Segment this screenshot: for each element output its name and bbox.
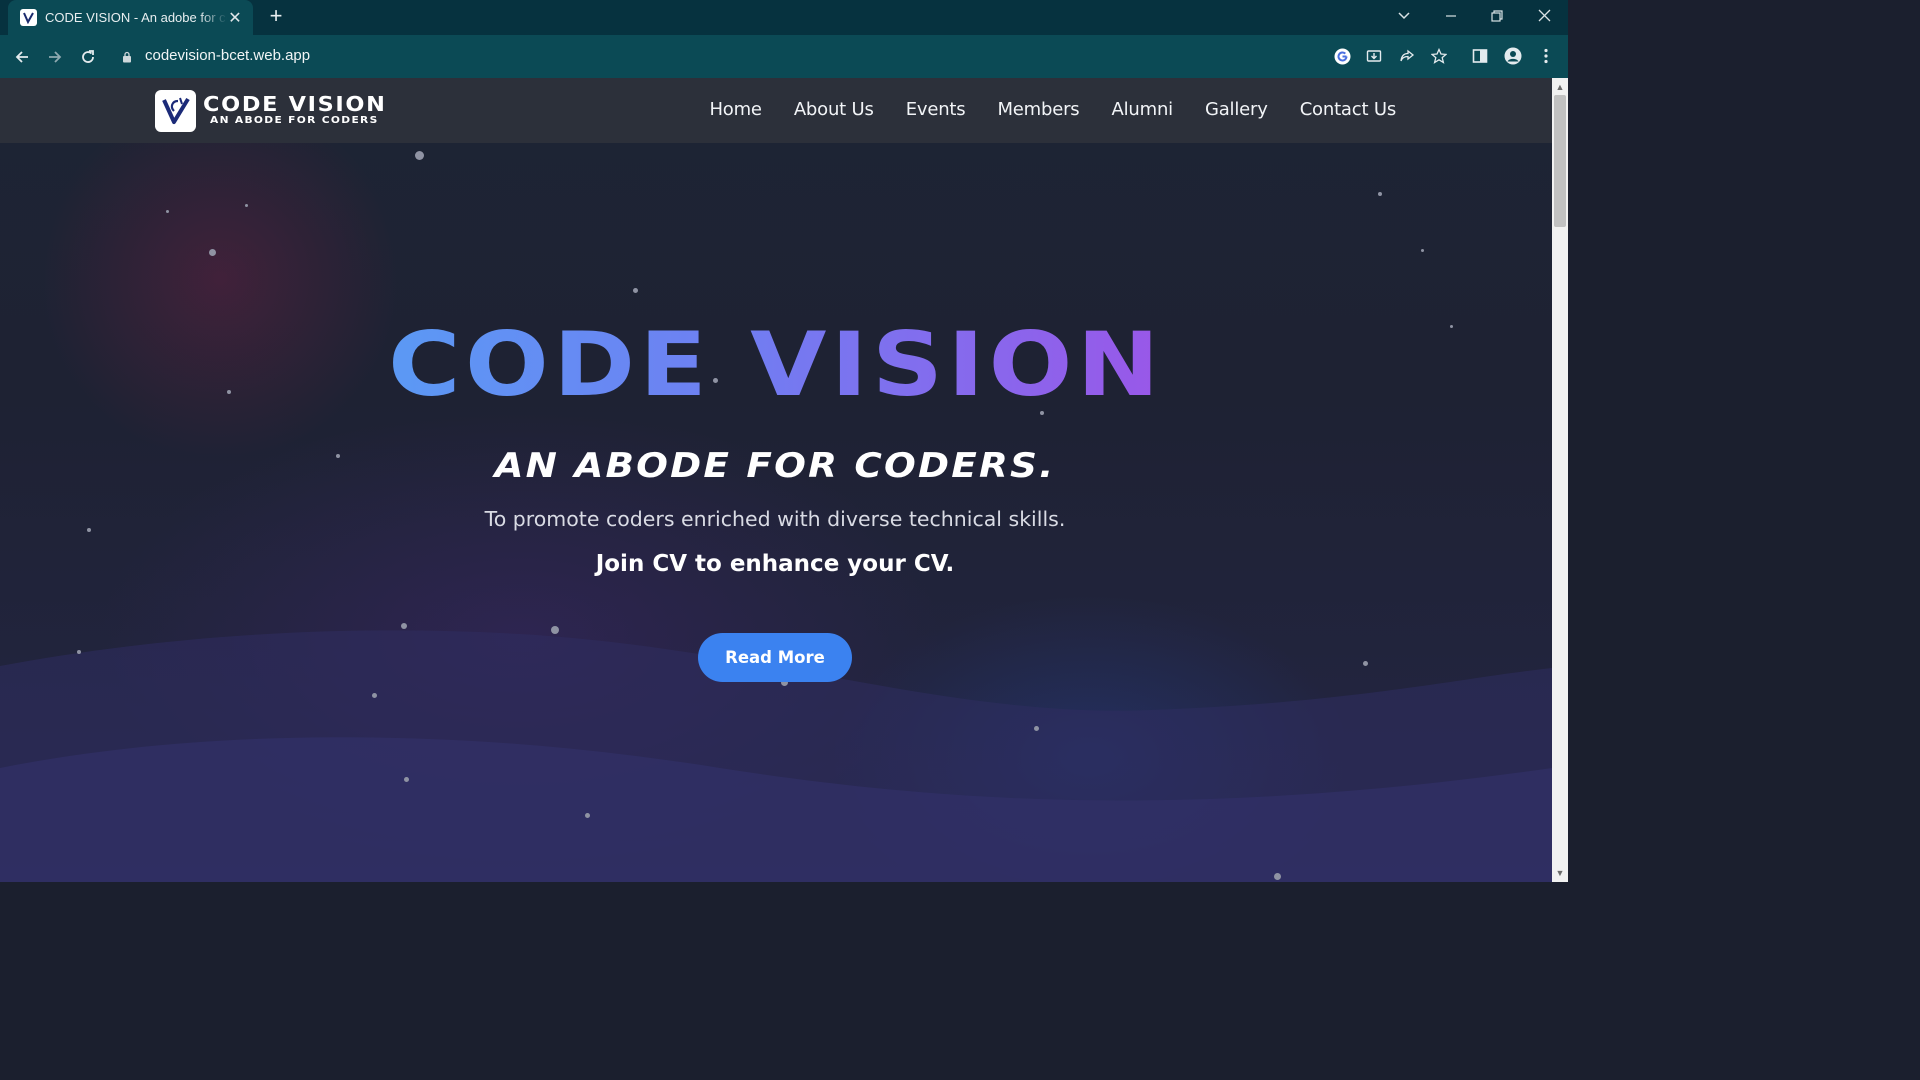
hero-title: CODE VISION <box>288 315 1265 415</box>
star-dot <box>1363 661 1368 666</box>
read-more-button[interactable]: Read More <box>698 633 852 682</box>
forward-arrow-icon[interactable] <box>42 44 68 70</box>
scroll-down-arrow-icon[interactable]: ▼ <box>1552 866 1568 880</box>
star-dot <box>1274 873 1281 880</box>
star-dot <box>1034 726 1039 731</box>
star-dot <box>77 650 81 654</box>
browser-tab-strip: CODE VISION - An adobe for coders ✕ + <box>0 0 1568 35</box>
back-arrow-icon[interactable] <box>9 44 35 70</box>
nav-about-us[interactable]: About Us <box>794 99 874 120</box>
tab-title: CODE VISION - An adobe for coders <box>45 10 227 25</box>
restore-icon[interactable] <box>1485 5 1509 29</box>
nav-home[interactable]: Home <box>709 99 762 120</box>
share-icon[interactable] <box>1396 45 1418 67</box>
nav-alumni[interactable]: Alumni <box>1112 99 1174 120</box>
side-panel-icon[interactable] <box>1469 45 1491 67</box>
main-menu: Home About Us Events Members Alumni Gall… <box>677 99 1396 120</box>
star-dot <box>87 528 91 532</box>
star-dot <box>551 626 559 634</box>
star-dot <box>401 623 407 629</box>
reload-icon[interactable] <box>75 44 101 70</box>
star-dot <box>166 210 169 213</box>
logo-title[interactable]: CODE VISION <box>203 92 387 116</box>
hero-tagline: Join CV to enhance your CV. <box>595 551 955 577</box>
nav-members[interactable]: Members <box>997 99 1079 120</box>
star-dot <box>1450 325 1453 328</box>
tab-search-icon[interactable] <box>1392 5 1416 29</box>
logo-subtitle: AN ABODE FOR CODERS <box>210 115 379 126</box>
address-bar[interactable]: codevision-bcet.web.app <box>145 47 310 64</box>
minimize-icon[interactable] <box>1439 5 1463 29</box>
star-dot <box>372 693 377 698</box>
favicon-icon <box>20 9 37 26</box>
star-dot <box>227 390 231 394</box>
star-dot <box>245 204 248 207</box>
lock-icon[interactable] <box>122 50 132 68</box>
star-dot <box>336 454 340 458</box>
hero-description: To promote coders enriched with diverse … <box>484 507 1066 531</box>
browser-toolbar: codevision-bcet.web.app <box>0 35 1568 78</box>
star-dot <box>1378 192 1382 196</box>
kebab-menu-icon[interactable] <box>1535 45 1557 67</box>
star-dot <box>633 288 638 293</box>
star-dot <box>1421 249 1424 252</box>
site-navbar: CODE VISION AN ABODE FOR CODERS Home Abo… <box>0 78 1552 143</box>
install-app-icon[interactable] <box>1363 45 1385 67</box>
scrollbar-thumb[interactable] <box>1554 95 1566 227</box>
nav-gallery[interactable]: Gallery <box>1205 99 1268 120</box>
nav-events[interactable]: Events <box>906 99 966 120</box>
star-dot <box>585 813 590 818</box>
close-icon[interactable]: ✕ <box>227 8 243 28</box>
profile-icon[interactable] <box>1502 45 1524 67</box>
bookmark-star-icon[interactable] <box>1428 45 1450 67</box>
hero-subtitle: AN ABODE FOR CODERS. <box>494 446 1056 486</box>
new-tab-button[interactable]: + <box>264 5 288 29</box>
google-icon[interactable] <box>1331 45 1353 67</box>
star-dot <box>404 777 409 782</box>
star-dot <box>209 249 216 256</box>
browser-tab[interactable]: CODE VISION - An adobe for coders ✕ <box>8 0 253 35</box>
code-vision-logo-icon[interactable] <box>155 90 196 132</box>
close-window-icon[interactable] <box>1532 5 1556 29</box>
scroll-up-arrow-icon[interactable]: ▲ <box>1552 80 1568 94</box>
hero-section: CODE VISION AN ABODE FOR CODERS Home Abo… <box>0 78 1552 882</box>
star-dot <box>415 151 424 160</box>
nav-contact-us[interactable]: Contact Us <box>1300 99 1397 120</box>
